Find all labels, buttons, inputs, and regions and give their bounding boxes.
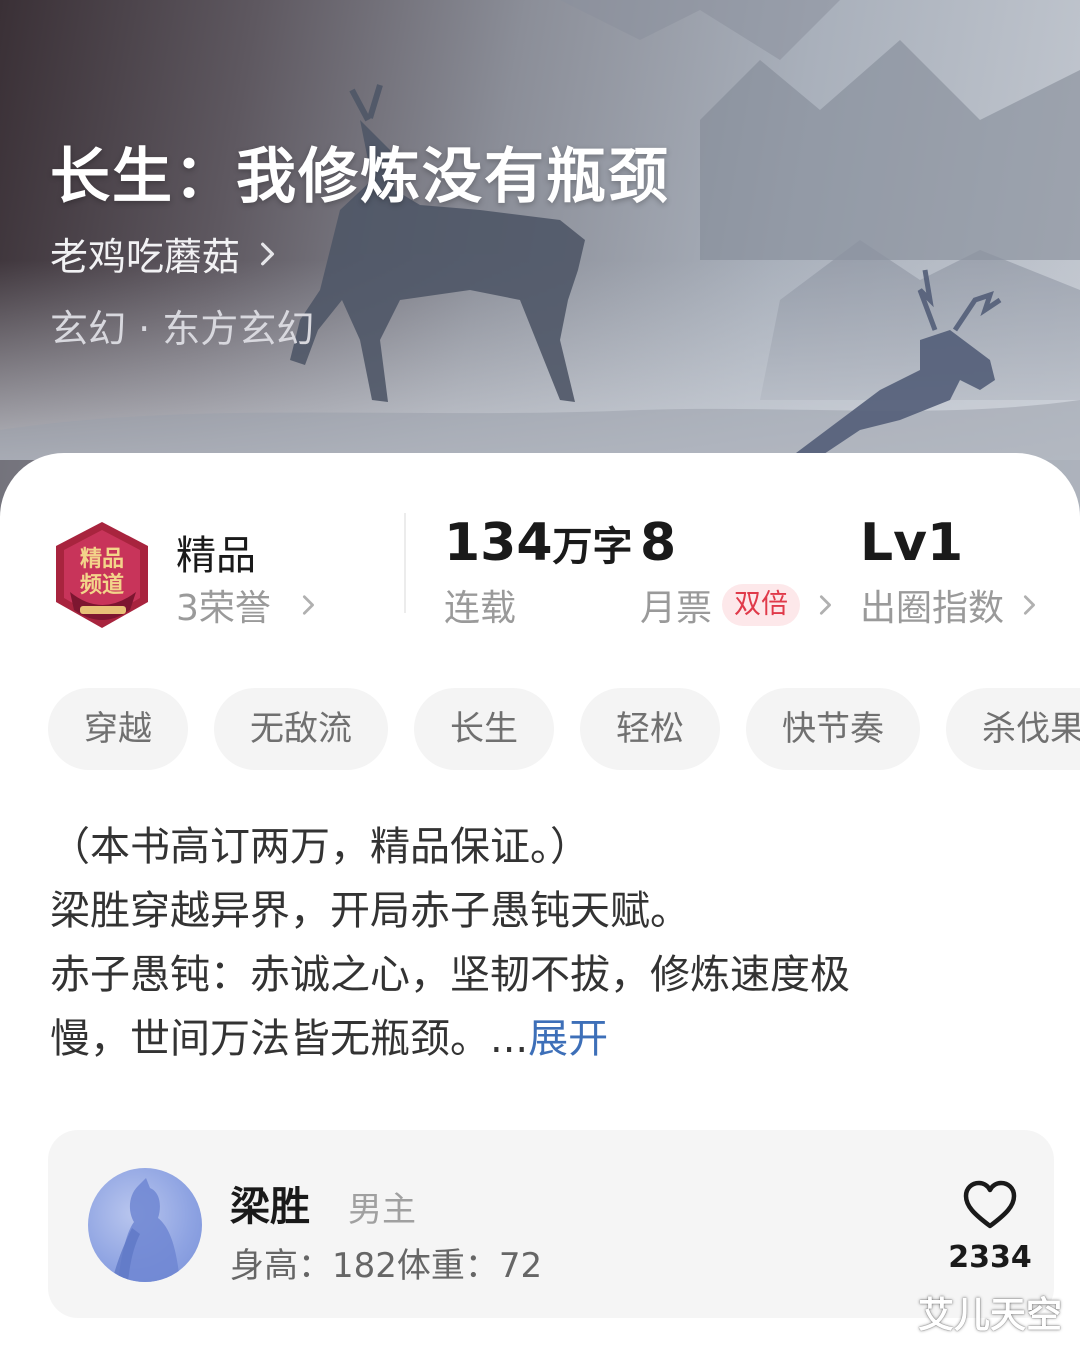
like-count: 2334 bbox=[948, 1240, 1032, 1275]
quality-channel-badge-icon[interactable]: 精品 频道 bbox=[50, 518, 155, 632]
honors-count: 3荣誉 bbox=[176, 588, 271, 629]
chevron-right-icon bbox=[819, 595, 831, 615]
expand-synopsis-link[interactable]: 展开 bbox=[528, 1016, 608, 1062]
author-name: 老鸡吃蘑菇 bbox=[50, 235, 241, 279]
synopsis-line: 梁胜穿越异界，开局赤子愚钝天赋。 bbox=[50, 888, 690, 934]
character-card[interactable]: 梁胜 男主 身高：182体重：72 2334 bbox=[48, 1130, 1054, 1318]
book-synopsis: （本书高订两万，精品保证。） 梁胜穿越异界，开局赤子愚钝天赋。 赤子愚钝：赤诚之… bbox=[50, 815, 990, 1071]
chevron-right-icon bbox=[1023, 595, 1035, 615]
tag-chip[interactable]: 快节奏 bbox=[746, 688, 920, 770]
chevron-right-icon bbox=[261, 242, 275, 265]
popularity-level: Lv1 bbox=[860, 513, 964, 573]
synopsis-line: （本书高订两万，精品保证。） bbox=[50, 824, 590, 870]
character-portrait-icon bbox=[112, 1178, 180, 1282]
synopsis-line: 赤子愚钝：赤诚之心，坚韧不拔，修炼速度极 bbox=[50, 952, 850, 998]
tag-chip[interactable]: 穿越 bbox=[48, 688, 188, 770]
tag-chip[interactable]: 轻松 bbox=[580, 688, 720, 770]
word-count-stat: 134万字 连载 bbox=[444, 513, 633, 631]
monthly-tickets-label: 月票 bbox=[640, 588, 713, 629]
book-detail-card: 精品 频道 精品 3荣誉 134万字 连载 8 月票 双倍 Lv1 出圈指数 穿… bbox=[0, 453, 1080, 1354]
stats-row: 精品 频道 精品 3荣誉 134万字 连载 8 月票 双倍 Lv1 出圈指数 bbox=[0, 513, 1080, 643]
book-cover-banner: 长生：我修炼没有瓶颈 老鸡吃蘑菇 玄幻 · 东方玄幻 bbox=[0, 0, 1080, 520]
stats-divider bbox=[404, 513, 406, 613]
tag-chip[interactable]: 无敌流 bbox=[214, 688, 388, 770]
book-title: 长生：我修炼没有瓶颈 bbox=[50, 142, 670, 212]
tag-list: 穿越 无敌流 长生 轻松 快节奏 杀伐果 bbox=[48, 688, 1080, 770]
tag-chip[interactable]: 长生 bbox=[414, 688, 554, 770]
chevron-right-icon bbox=[302, 595, 314, 615]
svg-text:精品: 精品 bbox=[80, 546, 124, 572]
svg-text:频道: 频道 bbox=[80, 572, 124, 598]
heart-outline-icon[interactable] bbox=[962, 1180, 1018, 1230]
book-genre: 玄幻 · 东方玄幻 bbox=[50, 307, 315, 351]
tag-chip[interactable]: 杀伐果 bbox=[946, 688, 1080, 770]
character-role: 男主 bbox=[348, 1190, 416, 1230]
watermark: 艾儿天空 bbox=[917, 1295, 1062, 1336]
monthly-tickets-stat[interactable]: 8 月票 双倍 bbox=[640, 513, 836, 631]
popularity-index-stat[interactable]: Lv1 出圈指数 bbox=[860, 513, 1040, 631]
quality-title: 精品 bbox=[176, 533, 256, 579]
character-avatar bbox=[88, 1168, 202, 1282]
word-count-value: 134 bbox=[444, 513, 553, 573]
synopsis-line: 慢，世间万法皆无瓶颈。... bbox=[50, 1016, 529, 1062]
double-tickets-badge: 双倍 bbox=[722, 584, 801, 626]
character-name: 梁胜 bbox=[230, 1184, 310, 1230]
word-count-unit: 万字 bbox=[552, 524, 633, 570]
serial-status: 连载 bbox=[444, 588, 517, 629]
popularity-index-label: 出圈指数 bbox=[860, 588, 1005, 629]
monthly-tickets-value: 8 bbox=[640, 513, 677, 573]
character-info: 身高：182体重：72 bbox=[230, 1246, 543, 1286]
author-link[interactable]: 老鸡吃蘑菇 bbox=[50, 226, 280, 281]
honors-link[interactable]: 3荣誉 bbox=[176, 579, 319, 631]
